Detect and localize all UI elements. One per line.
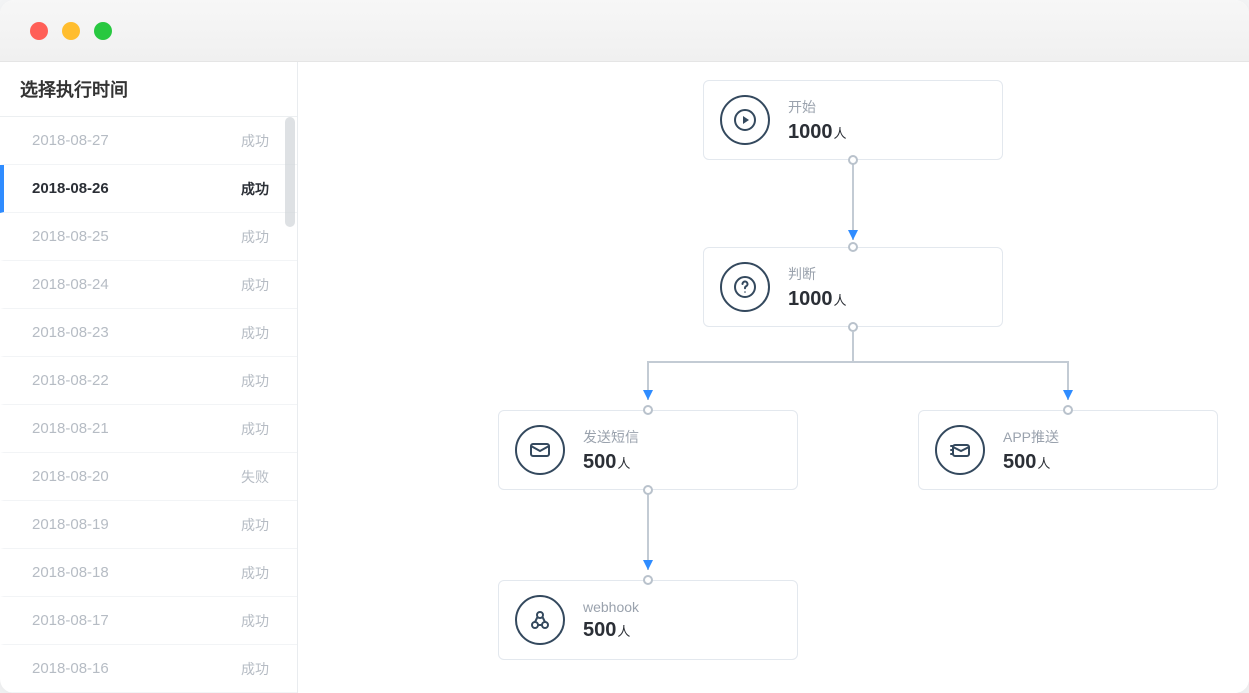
sidebar-item-date: 2018-08-22 [32,372,109,389]
sidebar-header: 选择执行时间 [0,62,297,117]
sidebar-item-status: 成功 [241,419,269,439]
sidebar-item-status: 成功 [241,515,269,535]
app-window: 选择执行时间 2018-08-27成功2018-08-26成功2018-08-2… [0,0,1249,693]
sidebar-item[interactable]: 2018-08-27 成功 [0,117,297,165]
scrollbar-thumb[interactable] [285,117,295,227]
sidebar-item-date: 2018-08-20 [32,468,109,485]
mail-icon [515,425,565,475]
sidebar-item-status: 成功 [241,179,269,199]
sidebar-item-date: 2018-08-23 [32,324,109,341]
node-title: 发送短信 [583,427,639,447]
port-in [643,575,653,585]
sidebar-item-date: 2018-08-16 [32,660,109,677]
sidebar: 选择执行时间 2018-08-27成功2018-08-26成功2018-08-2… [0,62,298,693]
port-out [643,485,653,495]
sidebar-item-status: 成功 [241,275,269,295]
sidebar-item-date: 2018-08-17 [32,612,109,629]
port-out [848,155,858,165]
window-close-dot[interactable] [30,22,48,40]
sidebar-item[interactable]: 2018-08-17 成功 [0,597,297,645]
webhook-icon [515,595,565,645]
flow-node-push[interactable]: APP推送 500人 [918,410,1218,490]
flow-node-start[interactable]: 开始 1000人 [703,80,1003,160]
sidebar-item-date: 2018-08-24 [32,276,109,293]
sidebar-item[interactable]: 2018-08-25 成功 [0,213,297,261]
sidebar-item-status: 成功 [241,131,269,151]
sidebar-item[interactable]: 2018-08-19 成功 [0,501,297,549]
flow-node-judge[interactable]: 判断 1000人 [703,247,1003,327]
flow-node-webhook[interactable]: webhook 500人 [498,580,798,660]
port-out [848,322,858,332]
sidebar-item[interactable]: 2018-08-18 成功 [0,549,297,597]
sidebar-item-date: 2018-08-19 [32,516,109,533]
window-zoom-dot[interactable] [94,22,112,40]
sidebar-item-date: 2018-08-21 [32,420,109,437]
node-count: 500人 [1003,451,1059,474]
node-title: 开始 [788,97,847,117]
flow-canvas[interactable]: 开始 1000人 判断 1000人 [298,62,1249,693]
sidebar-item-date: 2018-08-26 [32,180,109,197]
sidebar-item-date: 2018-08-18 [32,564,109,581]
port-in [848,242,858,252]
sidebar-item-date: 2018-08-27 [32,132,109,149]
sidebar-item[interactable]: 2018-08-16 成功 [0,645,297,693]
port-in [643,405,653,415]
node-count: 1000人 [788,288,847,311]
sidebar-list[interactable]: 2018-08-27成功2018-08-26成功2018-08-25成功2018… [0,117,297,693]
sidebar-item-status: 成功 [241,611,269,631]
node-count: 500人 [583,619,639,642]
sidebar-item-status: 成功 [241,659,269,679]
node-count: 500人 [583,451,639,474]
sidebar-item-status: 成功 [241,323,269,343]
sidebar-item-status: 失败 [241,467,269,487]
sidebar-item-status: 成功 [241,371,269,391]
sidebar-item-status: 成功 [241,563,269,583]
sidebar-item[interactable]: 2018-08-22 成功 [0,357,297,405]
sidebar-item[interactable]: 2018-08-21 成功 [0,405,297,453]
sidebar-item[interactable]: 2018-08-20 失败 [0,453,297,501]
window-minimize-dot[interactable] [62,22,80,40]
port-in [1063,405,1073,415]
question-icon [720,262,770,312]
content-area: 选择执行时间 2018-08-27成功2018-08-26成功2018-08-2… [0,62,1249,693]
node-title: 判断 [788,264,847,284]
node-title: webhook [583,599,639,615]
send-icon [935,425,985,475]
sidebar-item-date: 2018-08-25 [32,228,109,245]
sidebar-item[interactable]: 2018-08-23 成功 [0,309,297,357]
sidebar-item-status: 成功 [241,227,269,247]
node-title: APP推送 [1003,427,1059,447]
flow-node-sms[interactable]: 发送短信 500人 [498,410,798,490]
titlebar [0,0,1249,62]
play-icon [720,95,770,145]
node-count: 1000人 [788,121,847,144]
sidebar-item[interactable]: 2018-08-26 成功 [0,165,297,213]
sidebar-item[interactable]: 2018-08-24 成功 [0,261,297,309]
